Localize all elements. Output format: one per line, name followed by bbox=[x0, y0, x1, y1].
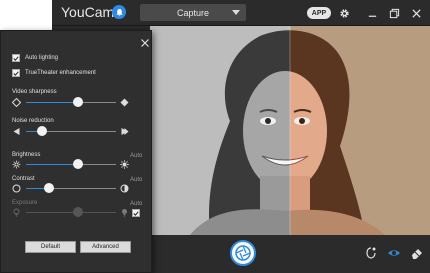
exposure-auto-label: Auto bbox=[130, 201, 143, 207]
brightness-fill bbox=[26, 164, 79, 165]
triangle-high-icon bbox=[120, 127, 129, 136]
default-button[interactable]: Default bbox=[25, 241, 76, 253]
triangle-low-icon bbox=[12, 127, 21, 136]
bulb-high-icon bbox=[120, 208, 129, 217]
auto-lighting-label: Auto lighting bbox=[25, 55, 59, 61]
contrast-thumb[interactable] bbox=[44, 183, 55, 193]
exposure-label: Exposure bbox=[12, 200, 38, 206]
diamond-high-icon bbox=[120, 98, 129, 107]
video-sharpness-slider[interactable] bbox=[26, 97, 116, 107]
webcam-face-image bbox=[150, 26, 430, 235]
noise-reduction-label: Noise reduction bbox=[12, 118, 54, 124]
close-icon[interactable] bbox=[140, 35, 150, 47]
exposure-fill bbox=[26, 212, 79, 213]
camera-shutter-icon[interactable] bbox=[230, 240, 256, 266]
diamond-low-icon bbox=[12, 98, 21, 107]
advanced-button[interactable]: Advanced bbox=[80, 241, 131, 253]
brightness-slider[interactable] bbox=[26, 159, 116, 169]
minimize-icon[interactable] bbox=[365, 6, 379, 20]
contrast-low-icon bbox=[12, 184, 21, 193]
close-icon[interactable] bbox=[409, 6, 423, 20]
title-bar: YouCam Capture APP bbox=[52, 0, 430, 26]
noise-reduction-slider[interactable] bbox=[26, 126, 116, 136]
video-sharpness-thumb[interactable] bbox=[73, 97, 84, 107]
sun-low-icon bbox=[12, 160, 21, 169]
video-sharpness-fill bbox=[26, 102, 79, 103]
app-title: YouCam bbox=[61, 4, 115, 20]
settings-panel: Auto lighting TrueTheater enhancement Vi… bbox=[0, 30, 152, 273]
camera-preview bbox=[150, 26, 430, 235]
exposure-auto-checkbox[interactable] bbox=[132, 209, 140, 217]
truetheater-checkbox[interactable] bbox=[12, 69, 20, 77]
sun-high-icon bbox=[120, 160, 129, 169]
maximize-icon[interactable] bbox=[387, 6, 401, 20]
brightness-label: Brightness bbox=[12, 152, 41, 158]
bell-icon[interactable] bbox=[112, 5, 126, 19]
face-icon[interactable] bbox=[363, 245, 379, 261]
contrast-auto-label: Auto bbox=[130, 177, 143, 183]
mode-dropdown-value: Capture bbox=[176, 7, 210, 18]
mode-dropdown[interactable]: Capture bbox=[140, 4, 246, 21]
eraser-icon[interactable] bbox=[409, 245, 425, 261]
truetheater-label: TrueTheater enhancement bbox=[25, 70, 96, 76]
exposure-slider[interactable] bbox=[26, 207, 116, 217]
chevron-down-icon bbox=[232, 10, 240, 15]
video-sharpness-label: Video sharpness bbox=[12, 89, 57, 95]
noise-reduction-thumb[interactable] bbox=[37, 126, 48, 136]
brightness-auto-label: Auto bbox=[130, 153, 143, 159]
contrast-slider[interactable] bbox=[26, 183, 116, 193]
eye-icon[interactable] bbox=[386, 245, 402, 261]
exposure-thumb[interactable] bbox=[73, 207, 84, 217]
gear-icon[interactable] bbox=[337, 6, 351, 20]
app-button[interactable]: APP bbox=[307, 7, 331, 19]
contrast-label: Contrast bbox=[12, 176, 35, 182]
auto-lighting-checkbox[interactable] bbox=[12, 54, 20, 62]
brightness-thumb[interactable] bbox=[73, 159, 84, 169]
contrast-high-icon bbox=[120, 184, 129, 193]
bulb-low-icon bbox=[12, 208, 21, 217]
